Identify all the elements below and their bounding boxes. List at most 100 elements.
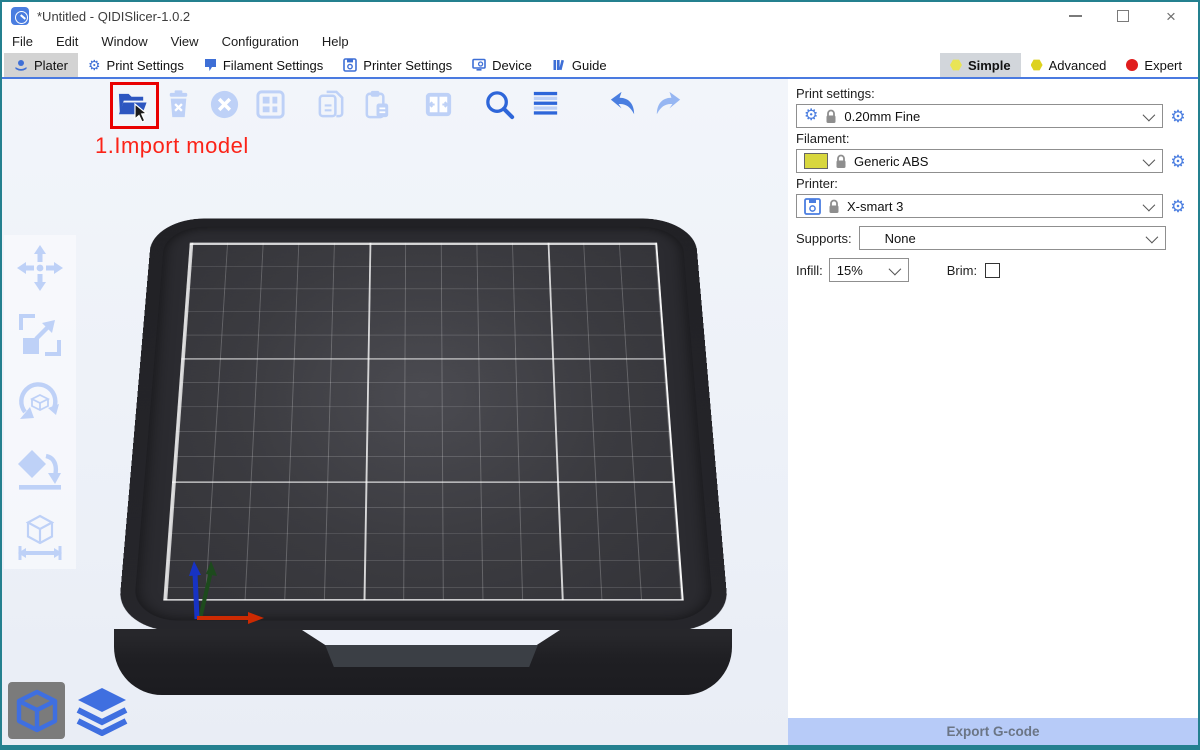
split-objects-button[interactable] <box>420 86 457 123</box>
rotate-button[interactable] <box>15 377 65 427</box>
window-title: *Untitled - QIDISlicer-1.0.2 <box>37 9 1066 24</box>
chevron-down-icon <box>888 262 901 275</box>
cube-wireframe-icon <box>14 688 60 734</box>
filament-icon <box>204 58 217 72</box>
expert-mode-icon <box>1126 59 1138 71</box>
mode-simple[interactable]: Simple <box>940 53 1021 77</box>
gear-icon: ⚙ <box>804 108 818 124</box>
3d-viewport[interactable]: 1.Import model <box>2 79 788 745</box>
menu-window[interactable]: Window <box>101 34 147 49</box>
lock-icon <box>828 199 840 214</box>
view-toggles <box>8 682 130 739</box>
copy-button[interactable] <box>313 86 350 123</box>
chevron-down-icon <box>1143 198 1156 211</box>
undo-button[interactable] <box>604 86 641 123</box>
lock-icon <box>825 109 837 124</box>
app-window: *Untitled - QIDISlicer-1.0.2 × File Edit… <box>0 0 1200 750</box>
mode-advanced[interactable]: Advanced <box>1021 53 1117 77</box>
printer-gear-button[interactable]: ⚙ <box>1168 198 1188 215</box>
place-on-face-button[interactable] <box>15 444 65 494</box>
guide-icon <box>552 58 566 72</box>
filament-combo[interactable]: Generic ABS <box>796 149 1163 173</box>
close-button[interactable]: × <box>1162 7 1180 25</box>
supports-combo[interactable]: None <box>859 226 1166 250</box>
import-annotation-label: 1.Import model <box>95 133 249 159</box>
mouse-cursor-icon <box>133 103 151 123</box>
brim-label: Brim: <box>947 263 977 278</box>
filament-value: Generic ABS <box>854 154 1136 169</box>
printer-icon <box>804 198 821 215</box>
printer-label: Printer: <box>796 176 1188 191</box>
menu-edit[interactable]: Edit <box>56 34 78 49</box>
filament-gear-button[interactable]: ⚙ <box>1168 153 1188 170</box>
menu-help[interactable]: Help <box>322 34 349 49</box>
menu-view[interactable]: View <box>171 34 199 49</box>
print-settings-label: Print settings: <box>796 86 1188 101</box>
printer-icon <box>343 58 357 72</box>
mode-switcher: Simple Advanced Expert <box>940 53 1198 77</box>
rotate-icon <box>15 377 65 427</box>
axes-indicator <box>180 547 272 631</box>
simple-mode-icon <box>950 59 962 71</box>
app-logo-icon <box>11 7 29 25</box>
plater-icon <box>14 58 28 72</box>
settings-panel: Print settings: ⚙ 0.20mm Fine ⚙ Filament… <box>788 79 1198 745</box>
advanced-mode-icon <box>1031 59 1043 71</box>
menu-configuration[interactable]: Configuration <box>222 34 299 49</box>
search-button[interactable] <box>481 86 518 123</box>
plater-toolbar <box>114 86 687 123</box>
brim-checkbox[interactable] <box>985 263 1000 278</box>
variable-layer-height-button[interactable] <box>527 86 564 123</box>
menu-file[interactable]: File <box>12 34 33 49</box>
infill-combo[interactable]: 15% <box>829 258 909 282</box>
delete-all-button[interactable] <box>206 86 243 123</box>
redo-button[interactable] <box>650 86 687 123</box>
menu-bar: File Edit Window View Configuration Help <box>2 30 1198 53</box>
chevron-down-icon <box>1146 230 1159 243</box>
supports-value: None <box>867 231 1139 246</box>
filament-label: Filament: <box>796 131 1188 146</box>
lock-icon <box>835 154 847 169</box>
infill-value: 15% <box>837 263 882 278</box>
maximize-button[interactable] <box>1114 7 1132 25</box>
print-settings-value: 0.20mm Fine <box>844 109 1136 124</box>
mode-expert[interactable]: Expert <box>1116 53 1192 77</box>
print-settings-gear-button[interactable]: ⚙ <box>1168 108 1188 125</box>
tab-device[interactable]: Device <box>462 53 542 77</box>
place-on-face-icon <box>15 444 65 494</box>
side-toolbar <box>4 235 76 569</box>
tab-filament-settings[interactable]: Filament Settings <box>194 53 333 77</box>
minimize-button[interactable] <box>1066 7 1084 25</box>
bed-handle-notch <box>302 630 560 645</box>
tab-printer-settings[interactable]: Printer Settings <box>333 53 462 77</box>
export-gcode-button[interactable]: Export G-code <box>788 718 1198 745</box>
delete-button[interactable] <box>160 86 197 123</box>
arrange-button[interactable] <box>252 86 289 123</box>
printer-combo[interactable]: X-smart 3 <box>796 194 1163 218</box>
printer-value: X-smart 3 <box>847 199 1136 214</box>
title-bar: *Untitled - QIDISlicer-1.0.2 × <box>2 2 1198 30</box>
move-arrows-icon <box>15 243 65 293</box>
layers-stack-icon <box>76 686 128 736</box>
supports-label: Supports: <box>796 231 852 246</box>
tab-plater[interactable]: Plater <box>4 53 78 77</box>
filament-color-swatch <box>804 153 828 169</box>
3d-editor-view-button[interactable] <box>8 682 65 739</box>
scale-button[interactable] <box>15 310 65 360</box>
move-button[interactable] <box>15 243 65 293</box>
tab-guide[interactable]: Guide <box>542 53 617 77</box>
preview-view-button[interactable] <box>73 682 130 739</box>
gear-icon: ⚙ <box>88 58 101 72</box>
chevron-down-icon <box>1143 108 1156 121</box>
infill-label: Infill: <box>796 263 823 278</box>
tab-print-settings[interactable]: ⚙ Print Settings <box>78 53 194 77</box>
device-icon <box>472 58 486 72</box>
paste-button[interactable] <box>359 86 396 123</box>
chevron-down-icon <box>1143 153 1156 166</box>
measure-icon <box>15 511 65 561</box>
tab-bar: Plater ⚙ Print Settings Filament Setting… <box>2 53 1198 79</box>
measure-button[interactable] <box>15 511 65 561</box>
print-settings-combo[interactable]: ⚙ 0.20mm Fine <box>796 104 1163 128</box>
bed-handle-recess <box>323 645 540 667</box>
scale-icon <box>15 310 65 360</box>
